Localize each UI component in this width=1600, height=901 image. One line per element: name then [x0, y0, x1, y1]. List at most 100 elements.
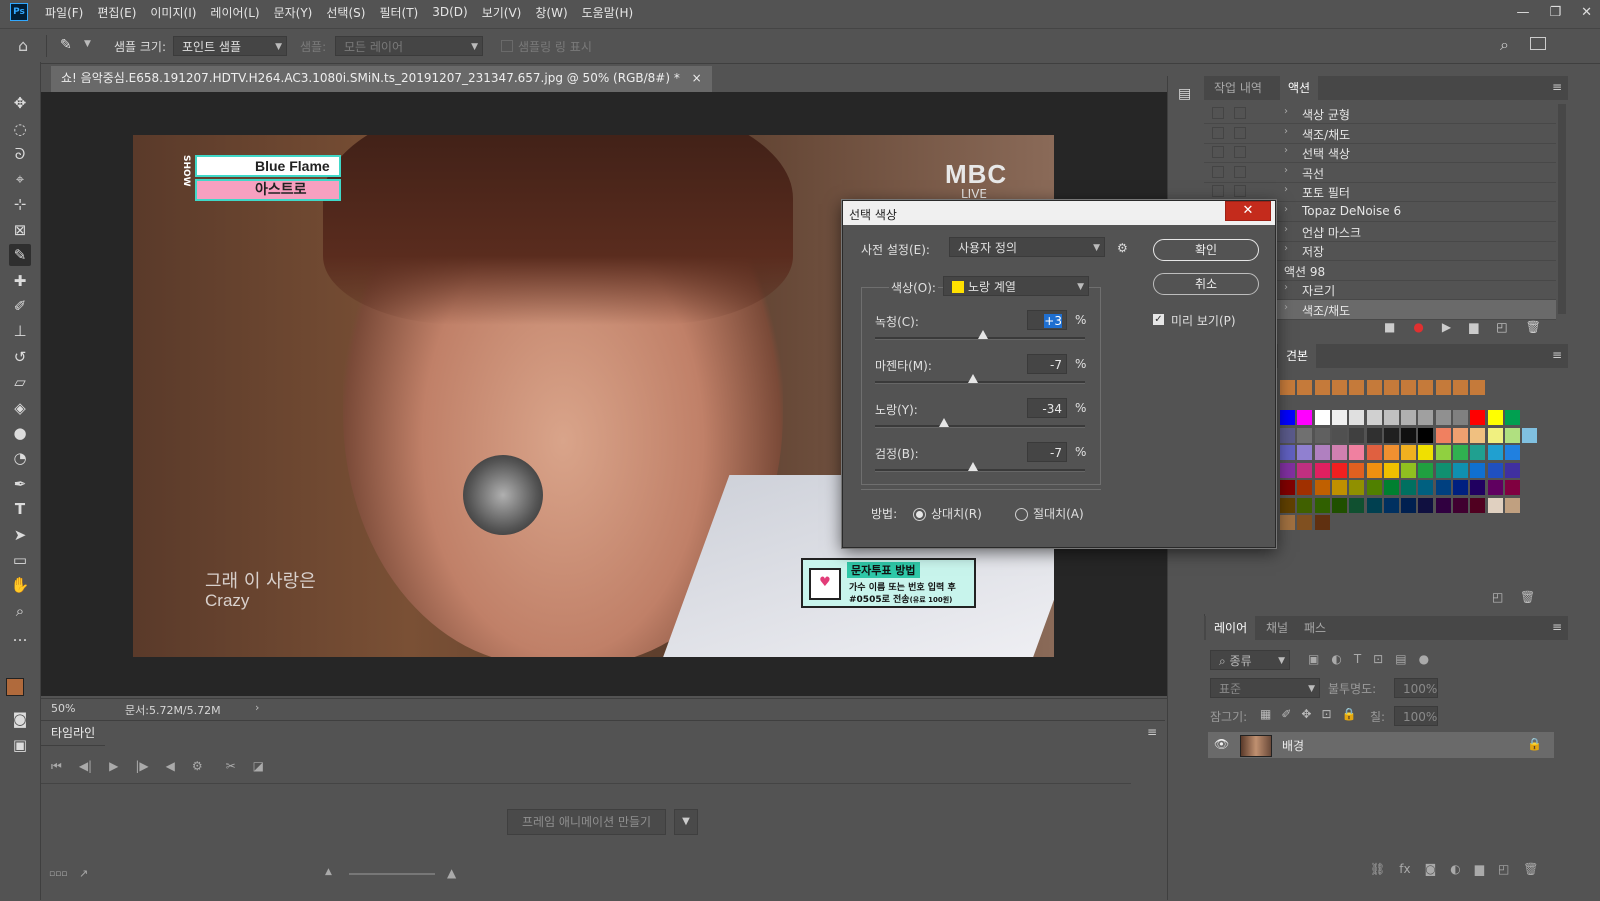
- dodge-tool-icon[interactable]: ◔: [9, 447, 31, 469]
- convert-frames-icon[interactable]: ▫▫▫: [49, 869, 67, 879]
- color-swatch[interactable]: [1435, 462, 1451, 478]
- color-swatch[interactable]: [1418, 480, 1434, 495]
- paint-bucket-tool-icon[interactable]: ◈: [9, 397, 31, 419]
- color-swatch[interactable]: [1487, 427, 1503, 443]
- color-swatch[interactable]: [1383, 497, 1399, 513]
- create-frame-animation-button[interactable]: 프레임 애니메이션 만들기: [507, 809, 667, 835]
- color-swatch[interactable]: [1331, 380, 1347, 395]
- slider-track[interactable]: [875, 425, 1085, 428]
- opacity-field[interactable]: 100%: [1394, 678, 1438, 698]
- chevron-right-icon[interactable]: ›: [1284, 282, 1288, 293]
- crop-tool-icon[interactable]: ⊹: [9, 193, 31, 215]
- color-swatch[interactable]: [1280, 462, 1295, 478]
- chevron-right-icon[interactable]: ›: [1284, 165, 1288, 176]
- menu-type[interactable]: 문자(Y): [267, 4, 320, 21]
- home-icon[interactable]: ⌂: [18, 36, 28, 55]
- type-tool-icon[interactable]: T: [9, 498, 31, 520]
- color-swatch[interactable]: [1331, 462, 1347, 478]
- color-swatch[interactable]: [1349, 480, 1365, 495]
- status-more-icon[interactable]: ›: [255, 701, 259, 714]
- color-swatch[interactable]: [1453, 462, 1468, 478]
- link-layers-icon[interactable]: ⛓: [1370, 862, 1385, 876]
- chevron-right-icon[interactable]: ›: [1284, 243, 1288, 254]
- colors-dropdown[interactable]: 노랑 계열 ▼: [943, 276, 1089, 296]
- slider-value-field[interactable]: +3: [1027, 310, 1067, 330]
- color-swatch[interactable]: [1314, 462, 1330, 478]
- action-dialog-checkbox[interactable]: [1234, 165, 1246, 178]
- eyedropper-tool-icon[interactable]: ✎: [9, 244, 31, 266]
- action-row[interactable]: › 선택 색상: [1204, 143, 1556, 164]
- render-video-icon[interactable]: ↗: [79, 867, 88, 880]
- color-swatch[interactable]: [1314, 515, 1330, 530]
- document-tab[interactable]: 쇼! 음악중심.E658.191207.HDTV.H264.AC3.1080i.…: [51, 66, 712, 92]
- color-swatch[interactable]: [1487, 445, 1503, 460]
- color-swatch[interactable]: [1331, 480, 1347, 495]
- tab-layers[interactable]: 레이어: [1206, 616, 1256, 642]
- new-swatch-icon[interactable]: ◰: [1492, 590, 1503, 604]
- color-swatch[interactable]: [1504, 410, 1520, 425]
- color-swatch[interactable]: [1418, 380, 1434, 395]
- chevron-right-icon[interactable]: ›: [1284, 302, 1288, 313]
- chevron-down-icon[interactable]: ▼: [674, 809, 698, 835]
- action-row[interactable]: › 곡선: [1204, 163, 1556, 183]
- blend-mode-dropdown[interactable]: 표준 ▼: [1210, 678, 1320, 698]
- layer-name[interactable]: 배경: [1282, 737, 1304, 754]
- lasso-tool-icon[interactable]: ᘐ: [9, 143, 31, 165]
- properties-icon[interactable]: ▤: [1178, 86, 1191, 102]
- gear-icon[interactable]: ⚙: [1117, 241, 1128, 255]
- actions-scrollbar[interactable]: [1558, 104, 1566, 314]
- color-swatch[interactable]: [1331, 427, 1347, 443]
- play-icon[interactable]: ▶: [1442, 320, 1451, 334]
- panel-menu-icon[interactable]: ≡: [1147, 725, 1157, 739]
- move-tool-icon[interactable]: ✥: [9, 92, 31, 114]
- tab-paths[interactable]: 패스: [1296, 616, 1334, 640]
- next-frame-icon[interactable]: |▶: [135, 759, 148, 773]
- tab-actions[interactable]: 액션: [1280, 76, 1319, 102]
- color-swatch[interactable]: [1349, 427, 1365, 443]
- action-toggle-checkbox[interactable]: [1212, 165, 1224, 178]
- pen-tool-icon[interactable]: ✒: [9, 473, 31, 495]
- color-swatch[interactable]: [1401, 462, 1417, 478]
- panel-menu-icon[interactable]: ≡: [1552, 80, 1562, 94]
- action-toggle-checkbox[interactable]: [1212, 126, 1224, 139]
- layer-filter-dropdown[interactable]: ⌕ 종류 ▼: [1210, 650, 1290, 670]
- color-swatch[interactable]: [1418, 410, 1434, 425]
- color-swatch[interactable]: [1435, 497, 1451, 513]
- lock-all-icon[interactable]: 🔒: [1342, 707, 1357, 721]
- color-swatch[interactable]: [1383, 427, 1399, 443]
- ok-button[interactable]: 확인: [1153, 239, 1259, 261]
- menu-select[interactable]: 선택(S): [319, 4, 372, 21]
- menu-layer[interactable]: 레이어(L): [203, 4, 266, 21]
- color-swatch[interactable]: [1453, 445, 1468, 460]
- hand-tool-icon[interactable]: ✋: [9, 574, 31, 596]
- color-swatch[interactable]: [1418, 462, 1434, 478]
- layer-row[interactable]: 👁 배경 🔒: [1208, 732, 1554, 758]
- chevron-right-icon[interactable]: ›: [1284, 204, 1288, 215]
- scissors-icon[interactable]: ✂: [226, 759, 236, 773]
- shape-tool-icon[interactable]: ▭: [9, 549, 31, 571]
- color-swatch[interactable]: [1297, 380, 1313, 395]
- color-swatch[interactable]: [1401, 497, 1417, 513]
- menu-view[interactable]: 보기(V): [475, 4, 529, 21]
- color-swatch[interactable]: [1331, 445, 1347, 460]
- color-swatch[interactable]: [1297, 515, 1313, 530]
- action-dialog-checkbox[interactable]: [1234, 146, 1246, 159]
- color-swatch[interactable]: [1504, 497, 1520, 513]
- color-swatch[interactable]: [1383, 462, 1399, 478]
- zoom-out-icon[interactable]: ▲: [325, 867, 332, 877]
- color-swatch[interactable]: [1366, 380, 1382, 395]
- color-swatch[interactable]: [1435, 445, 1451, 460]
- path-select-tool-icon[interactable]: ➤: [9, 524, 31, 546]
- color-swatch[interactable]: [1280, 410, 1295, 425]
- color-swatch[interactable]: [1366, 410, 1382, 425]
- menu-edit[interactable]: 편집(E): [90, 4, 143, 21]
- tab-history[interactable]: 작업 내역: [1206, 76, 1270, 100]
- minimize-button[interactable]: —: [1516, 5, 1529, 20]
- color-swatch[interactable]: [1435, 480, 1451, 495]
- color-swatch[interactable]: [1280, 497, 1295, 513]
- color-swatch[interactable]: [1418, 445, 1434, 460]
- color-swatch[interactable]: [1366, 445, 1382, 460]
- slider-handle[interactable]: [967, 462, 978, 471]
- trash-icon[interactable]: 🗑: [1526, 320, 1541, 334]
- zoom-tool-icon[interactable]: ⌕: [9, 600, 31, 622]
